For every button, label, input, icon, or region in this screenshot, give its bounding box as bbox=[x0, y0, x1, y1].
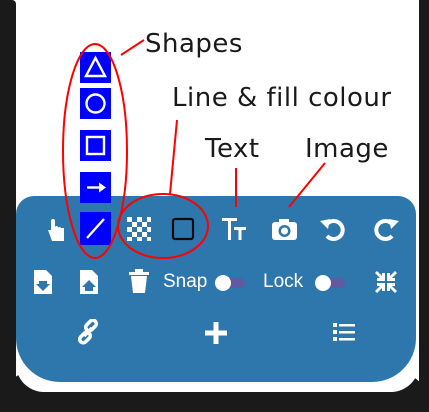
line-fill-highlight-ring bbox=[117, 193, 209, 259]
shapes-annotation: Shapes bbox=[145, 29, 243, 59]
image-annotation: Image bbox=[305, 134, 389, 164]
image-pointer-line bbox=[288, 162, 326, 208]
shapes-pointer-line bbox=[120, 39, 145, 56]
annotation-overlay bbox=[62, 39, 326, 259]
phone-frame-right-edge bbox=[419, 0, 429, 412]
line-fill-pointer-line bbox=[169, 119, 178, 195]
line-fill-annotation: Line & fill colour bbox=[172, 83, 392, 113]
text-annotation: Text bbox=[205, 134, 260, 164]
